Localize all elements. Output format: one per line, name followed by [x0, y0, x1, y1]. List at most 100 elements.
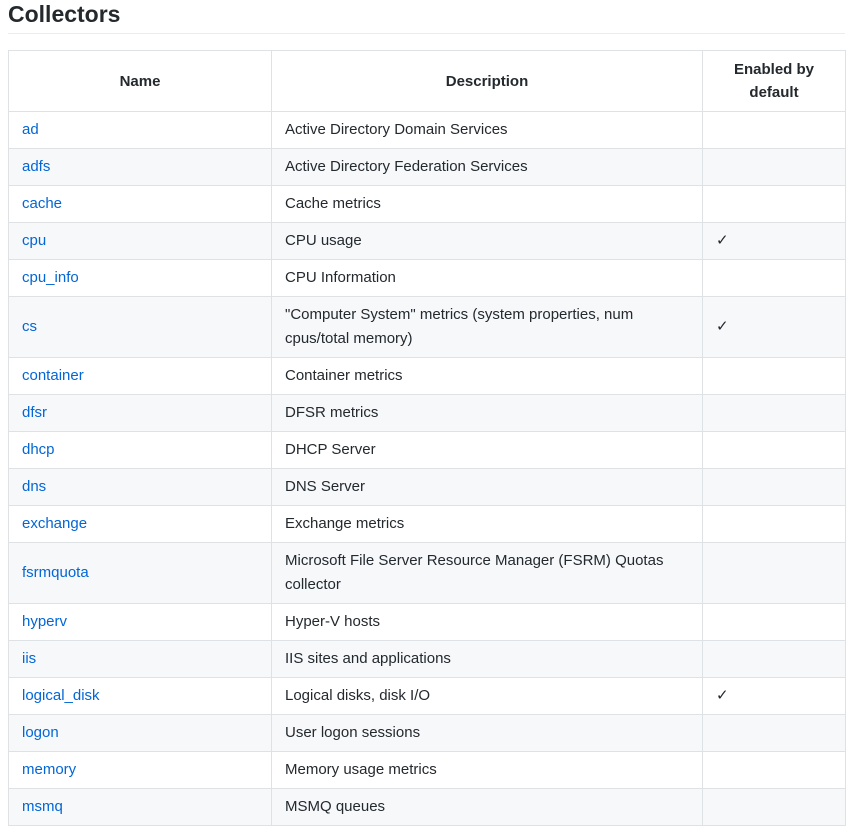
- name-cell: cs: [8, 296, 272, 358]
- name-cell: dns: [8, 468, 272, 506]
- enabled-check-cell: [702, 185, 846, 223]
- column-header-description: Description: [271, 50, 703, 112]
- enabled-check-cell: [702, 505, 846, 543]
- description-cell: MSMQ queues: [271, 788, 703, 826]
- name-cell: cpu_info: [8, 259, 272, 297]
- enabled-check-cell: [702, 431, 846, 469]
- description-cell: Memory usage metrics: [271, 751, 703, 789]
- collector-link[interactable]: adfs: [22, 158, 50, 175]
- table-row: adfs Active Directory Federation Services: [8, 148, 846, 186]
- description-cell: Microsoft File Server Resource Manager (…: [271, 542, 703, 604]
- description-cell: DNS Server: [271, 468, 703, 506]
- name-cell: container: [8, 357, 272, 395]
- collector-link[interactable]: logon: [22, 724, 59, 741]
- description-cell: "Computer System" metrics (system proper…: [271, 296, 703, 358]
- table-row: memory Memory usage metrics: [8, 751, 846, 789]
- table-row: ad Active Directory Domain Services: [8, 111, 846, 149]
- name-cell: cache: [8, 185, 272, 223]
- description-cell: Exchange metrics: [271, 505, 703, 543]
- name-cell: logon: [8, 714, 272, 752]
- name-cell: dhcp: [8, 431, 272, 469]
- enabled-check-cell: [702, 603, 846, 641]
- header-row: Name Description Enabled by default: [8, 50, 846, 112]
- enabled-check-cell: [702, 788, 846, 826]
- table-row: cpu_info CPU Information: [8, 259, 846, 297]
- collector-link[interactable]: memory: [22, 761, 76, 778]
- name-cell: logical_disk: [8, 677, 272, 715]
- description-cell: Logical disks, disk I/O: [271, 677, 703, 715]
- enabled-check-cell: [702, 714, 846, 752]
- description-cell: Cache metrics: [271, 185, 703, 223]
- name-cell: ad: [8, 111, 272, 149]
- collector-link[interactable]: iis: [22, 650, 36, 667]
- table-row: dhcp DHCP Server: [8, 431, 846, 469]
- page: Collectors Name Description Enabled by d…: [0, 0, 856, 826]
- enabled-check-cell: ✓: [702, 222, 846, 260]
- collector-link[interactable]: dhcp: [22, 441, 55, 458]
- table-row: container Container metrics: [8, 357, 846, 395]
- table-row: msmq MSMQ queues: [8, 788, 846, 826]
- table-row: logon User logon sessions: [8, 714, 846, 752]
- table-row: exchange Exchange metrics: [8, 505, 846, 543]
- description-cell: CPU usage: [271, 222, 703, 260]
- collector-link[interactable]: cache: [22, 195, 62, 212]
- name-cell: msmq: [8, 788, 272, 826]
- enabled-check-cell: [702, 259, 846, 297]
- enabled-check-cell: ✓: [702, 677, 846, 715]
- collector-link[interactable]: dfsr: [22, 404, 47, 421]
- name-cell: cpu: [8, 222, 272, 260]
- collector-link[interactable]: hyperv: [22, 613, 67, 630]
- table-row: cache Cache metrics: [8, 185, 846, 223]
- name-cell: fsrmquota: [8, 542, 272, 604]
- collector-link[interactable]: cpu: [22, 232, 46, 249]
- enabled-check-cell: ✓: [702, 296, 846, 358]
- description-cell: DFSR metrics: [271, 394, 703, 432]
- collector-link[interactable]: ad: [22, 121, 39, 138]
- name-cell: dfsr: [8, 394, 272, 432]
- enabled-check-cell: [702, 357, 846, 395]
- enabled-check-cell: [702, 751, 846, 789]
- table-row: fsrmquota Microsoft File Server Resource …: [8, 542, 846, 604]
- description-cell: Active Directory Federation Services: [271, 148, 703, 186]
- table-body: ad Active Directory Domain Services adfs Ac…: [8, 111, 846, 826]
- table-row: cs "Computer System" metrics (system prop…: [8, 296, 846, 358]
- description-cell: Hyper-V hosts: [271, 603, 703, 641]
- enabled-check-cell: [702, 111, 846, 149]
- collector-link[interactable]: exchange: [22, 515, 87, 532]
- table-row: cpu CPU usage ✓: [8, 222, 846, 260]
- page-title: Collectors: [8, 1, 121, 27]
- description-cell: CPU Information: [271, 259, 703, 297]
- name-cell: hyperv: [8, 603, 272, 641]
- collector-link[interactable]: cs: [22, 318, 37, 335]
- collector-link[interactable]: fsrmquota: [22, 564, 89, 581]
- table-row: iis IIS sites and applications: [8, 640, 846, 678]
- table-row: dfsr DFSR metrics: [8, 394, 846, 432]
- table-row: logical_disk Logical disks, disk I/O ✓: [8, 677, 846, 715]
- column-header-name: Name: [8, 50, 272, 112]
- description-cell: DHCP Server: [271, 431, 703, 469]
- enabled-check-cell: [702, 640, 846, 678]
- heading-divider: [8, 33, 845, 34]
- name-cell: memory: [8, 751, 272, 789]
- enabled-check-cell: [702, 394, 846, 432]
- collector-link[interactable]: msmq: [22, 798, 63, 815]
- description-cell: Container metrics: [271, 357, 703, 395]
- description-cell: User logon sessions: [271, 714, 703, 752]
- collector-link[interactable]: cpu_info: [22, 269, 79, 286]
- collectors-table: Name Description Enabled by default ad Ac…: [8, 50, 846, 826]
- column-header-enabled: Enabled by default: [702, 50, 846, 112]
- name-cell: adfs: [8, 148, 272, 186]
- table-row: dns DNS Server: [8, 468, 846, 506]
- table-header: Name Description Enabled by default: [8, 50, 846, 112]
- collector-link[interactable]: logical_disk: [22, 687, 100, 704]
- name-cell: exchange: [8, 505, 272, 543]
- description-cell: Active Directory Domain Services: [271, 111, 703, 149]
- description-cell: IIS sites and applications: [271, 640, 703, 678]
- table-row: hyperv Hyper-V hosts: [8, 603, 846, 641]
- collector-link[interactable]: container: [22, 367, 84, 384]
- collector-link[interactable]: dns: [22, 478, 46, 495]
- enabled-check-cell: [702, 148, 846, 186]
- name-cell: iis: [8, 640, 272, 678]
- enabled-check-cell: [702, 468, 846, 506]
- enabled-check-cell: [702, 542, 846, 604]
